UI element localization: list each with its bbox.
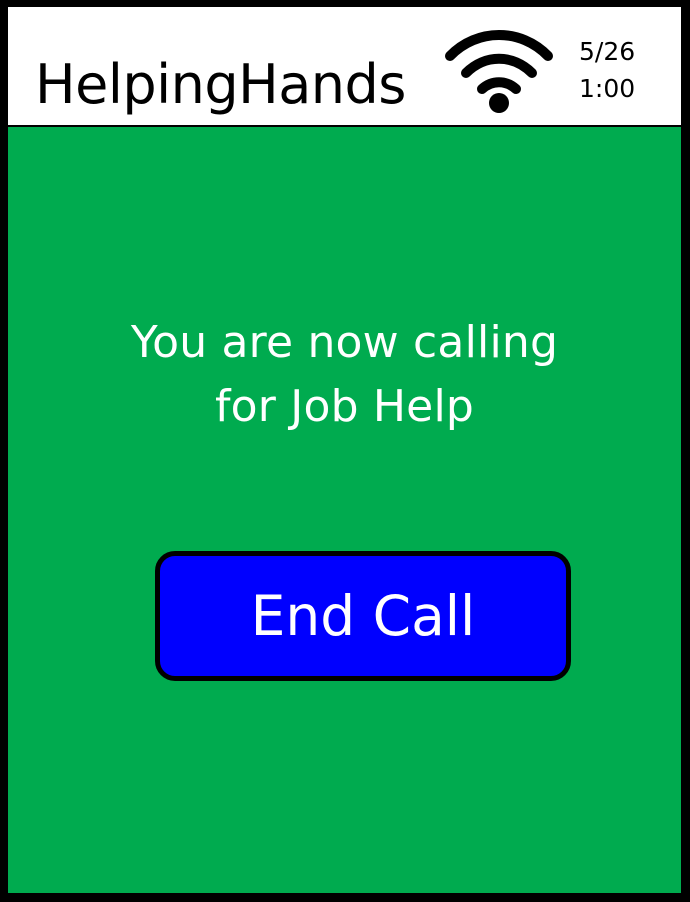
phone-screen-frame: HelpingHands 5/26 1:00 You are now calli… (0, 0, 690, 902)
app-header: HelpingHands 5/26 1:00 (8, 7, 681, 127)
end-call-button[interactable]: End Call (155, 551, 571, 681)
calling-message-line-2: for Job Help (214, 381, 474, 432)
status-time: 1:00 (579, 74, 636, 103)
status-date: 5/26 (579, 37, 636, 66)
calling-message: You are now calling for Job Help (8, 311, 681, 439)
wifi-icon (445, 30, 553, 113)
app-title: HelpingHands (35, 53, 406, 116)
calling-message-line-1: You are now calling (130, 317, 559, 368)
status-datetime: 5/26 1:00 (579, 33, 635, 107)
end-call-button-label: End Call (250, 583, 476, 648)
